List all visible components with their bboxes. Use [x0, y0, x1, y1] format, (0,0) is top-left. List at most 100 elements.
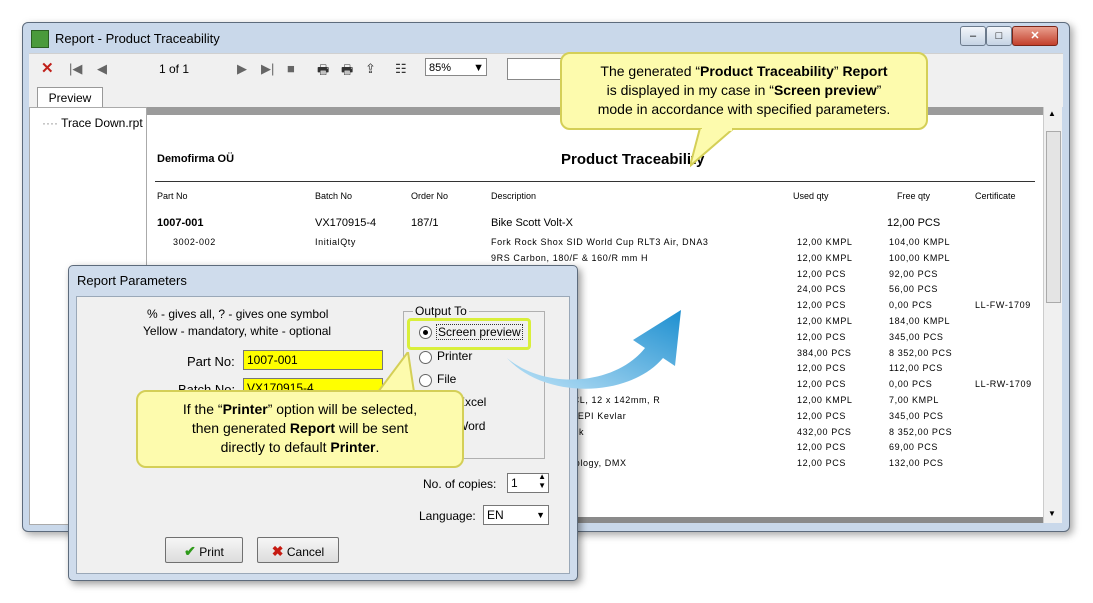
radio-screen-preview[interactable] [419, 326, 432, 339]
row-used: 384,00 PCS [797, 347, 852, 358]
close-report-icon[interactable]: ✕ [41, 59, 54, 77]
hint-wildcards: % - gives all, ? - gives one symbol [147, 307, 329, 321]
copies-label: No. of copies: [423, 477, 497, 491]
header-divider [155, 181, 1035, 182]
callout-text: directly to default [220, 439, 331, 455]
row-used: 12,00 KMPL [797, 316, 853, 326]
report-title: Product Traceability [561, 151, 705, 168]
row-used: 12,00 PCS [797, 458, 846, 469]
maximize-button[interactable]: □ [986, 26, 1012, 46]
vertical-scrollbar[interactable]: ▲ ▼ [1043, 107, 1062, 523]
row-free: 132,00 PCS [889, 458, 944, 469]
stepper-arrows-icon[interactable]: ▲ ▼ [538, 472, 546, 490]
company-name: Demofirma OÜ [157, 153, 235, 165]
callout-text: will be sent [335, 420, 409, 436]
scroll-up-icon[interactable]: ▲ [1048, 109, 1056, 118]
language-select[interactable]: EN ▼ [483, 505, 549, 525]
main-batch-no: VX170915-4 [315, 217, 377, 229]
prev-page-icon[interactable]: ◀ [97, 61, 107, 77]
option-printer[interactable]: Printer [437, 349, 472, 363]
app-icon [31, 30, 49, 48]
first-page-icon[interactable]: |◀ [69, 61, 82, 77]
title-bar[interactable]: Report - Product Traceability – □ ✕ [23, 23, 1069, 53]
row-free: 112,00 PCS [889, 363, 943, 374]
callout-pointer-printer [376, 352, 416, 393]
tree-item-trace-down[interactable]: ···· Trace Down.rpt [42, 116, 143, 130]
row-free: 345,00 PCS [889, 331, 944, 342]
last-page-icon[interactable]: ▶| [261, 61, 274, 77]
column-header: Used qty [793, 191, 829, 201]
row-used: 12,00 PCS [797, 379, 846, 390]
callout-text: If the “ [182, 401, 223, 417]
language-value: EN [487, 508, 504, 522]
callout-bold: Printer [330, 439, 376, 455]
row-free: 7,00 KMPL [889, 395, 939, 405]
copies-value: 1 [511, 476, 518, 490]
callout-pointer [690, 128, 736, 168]
row-used: 12,00 PCS [797, 442, 846, 453]
column-header: Batch No [315, 191, 353, 201]
row-cert: LL-RW-1709 [975, 379, 1032, 390]
row-cert: LL-FW-1709 [975, 300, 1031, 311]
column-header: Order No [411, 191, 449, 201]
column-header: Free qty [897, 191, 931, 201]
cancel-label: Cancel [286, 545, 325, 559]
part-no-field[interactable]: 1007-001 [243, 350, 383, 370]
column-header: Certificate [975, 191, 1016, 201]
scroll-down-icon[interactable]: ▼ [1048, 509, 1056, 518]
column-header: Description [491, 191, 537, 201]
export-icon[interactable]: ⇪ [365, 61, 376, 77]
copies-stepper[interactable]: 1 ▲ ▼ [507, 472, 549, 493]
row-free: 100,00 KMPL [889, 252, 951, 263]
row-part: 3002-002 [173, 237, 216, 247]
option-file[interactable]: File [437, 372, 456, 386]
cancel-button[interactable]: ✖ Cancel [257, 537, 339, 563]
row-used: 12,00 PCS [797, 363, 846, 374]
print-setup-icon[interactable]: 🖶 [341, 61, 353, 83]
row-free: 8 352,00 PCS [889, 426, 953, 437]
callout-text: is displayed in my case in “ [606, 82, 774, 98]
print-icon[interactable]: 🖶 [317, 61, 329, 83]
stop-icon[interactable]: ■ [287, 61, 295, 76]
arrow-icon [507, 310, 681, 389]
row-free: 184,00 KMPL [889, 316, 951, 326]
callout-text: ” [876, 82, 882, 98]
minimize-button[interactable]: – [960, 26, 986, 46]
callout-bold: Report [289, 420, 336, 436]
chevron-down-icon: ▼ [536, 510, 545, 520]
callout-text: ” option will be selected, [267, 401, 418, 417]
main-free-qty: 12,00 PCS [887, 217, 941, 229]
callout-bold: Report [842, 63, 888, 79]
row-used: 12,00 KMPL [797, 252, 853, 263]
callout-text: . [375, 439, 380, 455]
row-used: 432,00 PCS [797, 426, 852, 437]
zoom-value: 85% [429, 62, 452, 74]
main-part-no: 1007-001 [157, 217, 204, 229]
column-header: Part No [157, 191, 188, 201]
tab-preview[interactable]: Preview [37, 87, 103, 108]
row-used: 12,00 PCS [797, 410, 846, 421]
group-tree-icon[interactable]: ☷ [395, 61, 407, 77]
scrollbar-thumb[interactable] [1046, 131, 1061, 303]
row-used: 12,00 PCS [797, 331, 846, 342]
callout-bold: Screen preview [773, 82, 877, 98]
tree-connector: ···· [42, 116, 62, 130]
callout-text: mode in accordance with specified parame… [597, 101, 891, 117]
page-indicator: 1 of 1 [159, 62, 190, 76]
next-page-icon[interactable]: ▶ [237, 61, 247, 77]
callout-bold: Product Traceability [700, 63, 834, 79]
callout-screen-preview: The generated “Product Traceability ” Rep… [560, 52, 928, 130]
window-title: Report - Product Traceability [55, 31, 220, 46]
close-button[interactable]: ✕ [1012, 26, 1058, 46]
callout-text: The generated “ [600, 63, 701, 79]
row-free: 8 352,00 PCS [889, 347, 953, 358]
row-free: 104,00 KMPL [889, 237, 951, 247]
row-free: 345,00 PCS [889, 410, 944, 421]
print-button[interactable]: ✔ Print [165, 537, 243, 563]
callout-printer: If the “ Printer ” option will be selected… [136, 390, 464, 468]
row-free: 92,00 PCS [889, 268, 938, 279]
zoom-select[interactable]: 85% ▼ [425, 58, 487, 76]
row-free: 56,00 PCS [889, 284, 938, 295]
row-description: Fork Rock Shox SID World Cup RLT3 Air, D… [491, 237, 709, 247]
row-free: 0,00 PCS [889, 300, 933, 311]
